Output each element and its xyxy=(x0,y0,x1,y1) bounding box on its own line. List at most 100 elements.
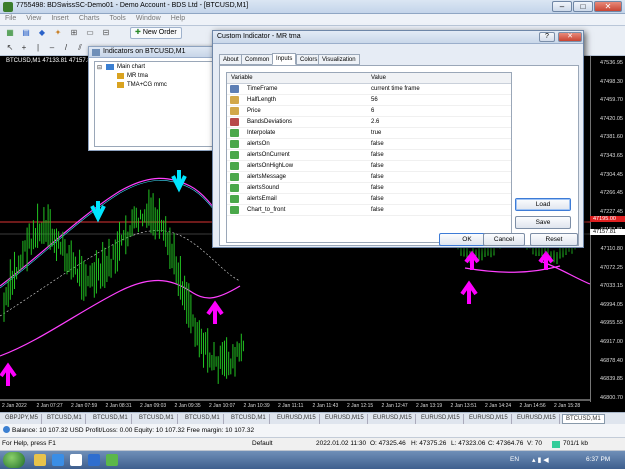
param-name: alertsMessage xyxy=(247,174,287,180)
tray-language[interactable]: EN xyxy=(510,456,519,463)
tab-visualization[interactable]: Visualization xyxy=(318,54,360,65)
param-type-icon xyxy=(230,206,239,214)
param-value[interactable]: 2.6 xyxy=(371,117,379,127)
chart-tab[interactable]: BTCUSD,M1 xyxy=(136,414,178,424)
param-value[interactable]: false xyxy=(371,172,384,182)
chart-tab[interactable]: EURUSD,M15 xyxy=(466,414,512,424)
tab-about[interactable]: About xyxy=(219,54,243,65)
price-scale[interactable]: 47536.95 47498.30 47459.70 47420.05 47381.60… xyxy=(590,56,625,402)
param-row[interactable]: alertsOnCurrent false xyxy=(227,150,511,161)
cursor-icon[interactable]: ↖ xyxy=(4,42,16,53)
menu-help[interactable]: Help xyxy=(166,14,190,23)
vertical-line-icon[interactable]: | xyxy=(32,42,44,53)
menu-window[interactable]: Window xyxy=(131,14,166,23)
status-bar: For Help, press F1 Default 2022.01.02 11… xyxy=(0,438,625,451)
time-tick: 2 Jan 10:07 xyxy=(209,403,236,409)
taskbar-clock[interactable]: 6:37 PM xyxy=(586,456,610,463)
chart-tab[interactable]: BTCUSD,M1 xyxy=(562,414,605,424)
chart-tab[interactable]: EURUSD,M15 xyxy=(322,414,368,424)
profiles-icon[interactable]: ▤ xyxy=(20,27,32,38)
new-order-label: New Order xyxy=(142,29,177,36)
crosshair-icon[interactable]: + xyxy=(18,42,30,53)
tab-common[interactable]: Common xyxy=(241,54,274,65)
tree-item-mr-tma[interactable]: MR tma xyxy=(127,73,148,79)
chart-tab[interactable]: BTCUSD,M1 xyxy=(228,414,270,424)
dialog-title: Custom Indicator - MR tma xyxy=(217,33,301,40)
chart-tab[interactable]: EURUSD,M15 xyxy=(418,414,464,424)
param-value[interactable]: 56 xyxy=(371,95,378,105)
param-value[interactable]: 6 xyxy=(371,106,374,116)
menu-tools[interactable]: Tools xyxy=(104,14,130,23)
menu-file[interactable]: File xyxy=(0,14,21,23)
tree-expand-icon[interactable]: ⊟ xyxy=(97,64,102,71)
time-tick: 2 Jan 11:43 xyxy=(312,403,339,409)
media-icon[interactable] xyxy=(70,454,82,466)
close-button[interactable]: ✕ xyxy=(594,1,622,12)
status-datetime: 2022.01.02 11:30 xyxy=(316,440,367,447)
param-name: alertsOnCurrent xyxy=(247,152,290,158)
browser-icon[interactable] xyxy=(52,454,64,466)
chart-tab[interactable]: BTCUSD,M1 xyxy=(90,414,132,424)
new-chart-icon[interactable]: ▦ xyxy=(4,27,16,38)
market-watch-icon[interactable]: ◆ xyxy=(36,27,48,38)
trendline-icon[interactable]: / xyxy=(60,42,72,53)
minimize-button[interactable]: – xyxy=(552,1,572,12)
explorer-icon[interactable] xyxy=(34,454,46,466)
param-value[interactable]: false xyxy=(371,139,384,149)
param-value[interactable]: false xyxy=(371,205,384,215)
param-row[interactable]: alertsOn false xyxy=(227,139,511,150)
param-value[interactable]: false xyxy=(371,183,384,193)
new-order-button[interactable]: ✚ New Order xyxy=(130,27,182,39)
save-button[interactable]: Save xyxy=(515,216,571,229)
tree-main-chart[interactable]: Main chart xyxy=(117,64,145,70)
dialog-help-button[interactable]: ? xyxy=(539,32,555,42)
load-button[interactable]: Load xyxy=(515,198,571,211)
param-name: alertsSound xyxy=(247,185,280,191)
cancel-button[interactable]: Cancel xyxy=(483,233,525,246)
param-row[interactable]: Interpolate true xyxy=(227,128,511,139)
arrow-down-2 xyxy=(171,170,187,193)
param-value[interactable]: true xyxy=(371,128,381,138)
menu-insert[interactable]: Insert xyxy=(46,14,74,23)
chart-tab[interactable]: EURUSD,M15 xyxy=(514,414,560,424)
status-low: L: 47323.06 xyxy=(451,440,486,447)
chart-tab[interactable]: EURUSD,M15 xyxy=(274,414,320,424)
terminal-icon[interactable]: ▭ xyxy=(84,27,96,38)
maximize-button[interactable]: □ xyxy=(573,1,593,12)
channel-icon[interactable]: ⫽ xyxy=(74,42,86,53)
tray-icons[interactable]: ▴ ▮ ◀ xyxy=(532,456,549,464)
param-row[interactable]: HalfLength 56 xyxy=(227,95,511,106)
param-row[interactable]: alertsMessage false xyxy=(227,172,511,183)
navigator-icon[interactable]: ⊞ xyxy=(68,27,80,38)
chart-tab[interactable]: BTCUSD,M1 xyxy=(182,414,224,424)
menu-view[interactable]: View xyxy=(21,14,46,23)
param-row[interactable]: Chart_to_front false xyxy=(227,205,511,216)
horizontal-line-icon[interactable]: – xyxy=(46,42,58,53)
param-row[interactable]: alertsEmail false xyxy=(227,194,511,205)
metatrader-task-icon[interactable] xyxy=(88,454,100,466)
menu-charts[interactable]: Charts xyxy=(74,14,105,23)
tester-icon[interactable]: ⊟ xyxy=(100,27,112,38)
param-row[interactable]: alertsOnHighLow false xyxy=(227,161,511,172)
app-task-icon[interactable] xyxy=(106,454,118,466)
param-row[interactable]: TimeFrame current time frame xyxy=(227,84,511,95)
param-row[interactable]: Price 6 xyxy=(227,106,511,117)
param-value[interactable]: current time frame xyxy=(371,84,420,94)
param-row[interactable]: alertsSound false xyxy=(227,183,511,194)
param-value[interactable]: false xyxy=(371,194,384,204)
param-row[interactable]: BandsDeviations 2.6 xyxy=(227,117,511,128)
chart-tab[interactable]: BTCUSD,M1 xyxy=(44,414,86,424)
app-icon xyxy=(3,2,13,12)
param-name: Interpolate xyxy=(247,130,276,136)
chart-tab[interactable]: EURUSD,M15 xyxy=(370,414,416,424)
data-window-icon[interactable]: ✦ xyxy=(52,27,64,38)
start-button[interactable] xyxy=(3,452,25,468)
tree-item-tma-cg[interactable]: TMA+CG mmc xyxy=(127,82,167,88)
dialog-close-button[interactable]: ✕ xyxy=(558,32,582,42)
tab-inputs[interactable]: Inputs xyxy=(272,53,297,65)
param-value[interactable]: false xyxy=(371,150,384,160)
arrow-up-5 xyxy=(538,250,554,270)
param-value[interactable]: false xyxy=(371,161,384,171)
chart-tab[interactable]: GBPJPY,M5 xyxy=(2,414,42,424)
reset-button[interactable]: Reset xyxy=(530,233,578,246)
